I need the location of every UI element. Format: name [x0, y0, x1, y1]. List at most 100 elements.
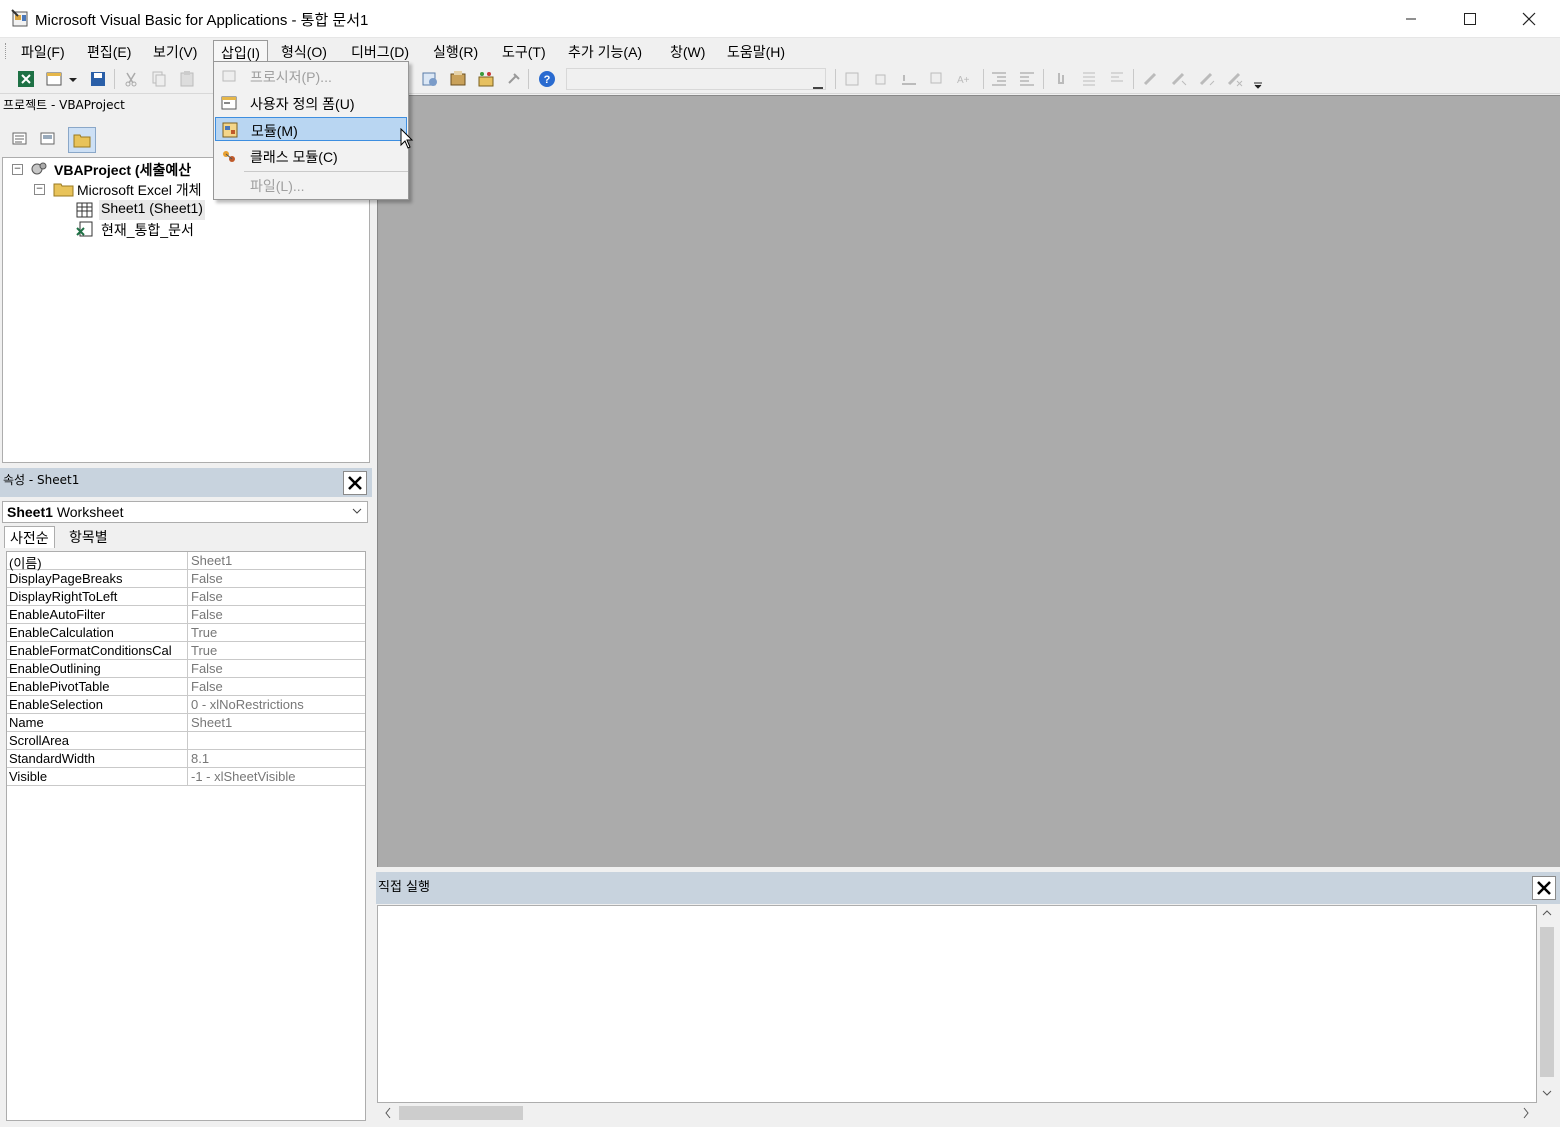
view-excel-icon[interactable] — [16, 69, 36, 89]
tree-item-sheet1[interactable]: Sheet1 (Sheet1) — [99, 200, 205, 220]
property-row[interactable]: EnableCalculation True — [7, 624, 365, 642]
toolbox-icon[interactable] — [504, 69, 524, 89]
tree-root-vbaproject[interactable]: VBAProject (세출예산 — [54, 160, 191, 180]
help-icon[interactable]: ? — [537, 69, 557, 89]
property-value[interactable]: False — [191, 571, 223, 586]
object-browser-icon[interactable] — [476, 69, 496, 89]
vertical-scroll-thumb[interactable] — [1540, 927, 1554, 1077]
property-value[interactable]: False — [191, 661, 223, 676]
menu-help[interactable]: 도움말(H) — [720, 40, 792, 62]
list-properties-icon[interactable] — [843, 69, 863, 89]
mdi-workspace[interactable] — [377, 95, 1560, 867]
chevron-down-icon[interactable] — [813, 71, 823, 89]
property-value[interactable]: 0 - xlNoRestrictions — [191, 697, 304, 712]
menu-item-procedure[interactable]: 프로시저(P)... — [215, 64, 407, 88]
property-row[interactable]: EnableOutlining False — [7, 660, 365, 678]
parameter-info-icon[interactable] — [927, 69, 947, 89]
immediate-close-button[interactable] — [1532, 876, 1556, 900]
menu-item-file[interactable]: 파일(L)... — [215, 173, 407, 197]
location-combo[interactable] — [566, 68, 826, 90]
copy-icon[interactable] — [149, 69, 169, 89]
property-row[interactable]: EnableAutoFilter False — [7, 606, 365, 624]
property-row[interactable]: ScrollArea — [7, 732, 365, 750]
property-row[interactable]: (이름) Sheet1 — [7, 552, 365, 571]
property-value[interactable]: True — [191, 643, 217, 658]
indent-icon[interactable] — [1017, 69, 1037, 89]
scroll-left-icon[interactable] — [383, 1107, 393, 1122]
property-value[interactable]: 8.1 — [191, 751, 209, 766]
tab-categorized[interactable]: 항목별 — [64, 526, 113, 548]
project-explorer-icon[interactable] — [420, 69, 440, 89]
property-row[interactable]: EnableFormatConditionsCal True — [7, 642, 365, 660]
property-row[interactable]: EnableSelection 0 - xlNoRestrictions — [7, 696, 365, 714]
tree-folder-excel-objects[interactable]: Microsoft Excel 개체 — [77, 180, 202, 200]
view-code-icon[interactable] — [10, 130, 30, 148]
uncomment-block-icon[interactable] — [1107, 69, 1127, 89]
insert-userform-icon[interactable] — [44, 69, 64, 89]
property-row[interactable]: DisplayRightToLeft False — [7, 588, 365, 606]
quick-info-icon[interactable] — [899, 69, 919, 89]
menu-run[interactable]: 실행(R) — [426, 40, 485, 62]
minimize-button[interactable] — [1382, 0, 1440, 38]
menubar-grip[interactable] — [5, 43, 8, 59]
tree-collapse-folder[interactable]: − — [34, 184, 45, 195]
clear-bookmarks-icon[interactable] — [1225, 69, 1245, 89]
complete-word-icon[interactable]: A+ — [955, 69, 975, 89]
toggle-breakpoint-icon[interactable] — [1051, 69, 1071, 89]
properties-close-button[interactable] — [343, 471, 367, 495]
menu-item-module[interactable]: 모듈(M) — [215, 117, 407, 141]
property-row[interactable]: Name Sheet1 — [7, 714, 365, 732]
scroll-right-icon[interactable] — [1521, 1107, 1531, 1122]
tree-collapse-root[interactable]: − — [12, 164, 23, 175]
cut-icon[interactable] — [121, 69, 141, 89]
save-icon[interactable] — [88, 69, 108, 89]
property-value[interactable]: Sheet1 — [191, 715, 232, 730]
property-value[interactable]: False — [191, 679, 223, 694]
menu-view[interactable]: 보기(V) — [146, 40, 204, 62]
property-value[interactable]: Sheet1 — [191, 553, 232, 568]
chevron-down-icon[interactable] — [66, 69, 80, 89]
menu-item-class-module[interactable]: 클래스 모듈(C) — [215, 144, 407, 168]
property-row[interactable]: DisplayPageBreaks False — [7, 570, 365, 588]
vertical-scrollbar[interactable] — [1537, 905, 1557, 1103]
property-value[interactable]: -1 - xlSheetVisible — [191, 769, 296, 784]
view-object-icon[interactable] — [38, 130, 58, 148]
scroll-up-icon[interactable] — [1542, 907, 1552, 921]
menu-addins[interactable]: 추가 기능(A) — [561, 40, 649, 62]
object-selector[interactable]: Sheet1 Worksheet — [2, 501, 368, 523]
maximize-button[interactable] — [1441, 0, 1499, 38]
horizontal-scrollbar[interactable] — [377, 1103, 1537, 1123]
property-value[interactable]: False — [191, 589, 223, 604]
close-button[interactable] — [1500, 0, 1558, 38]
property-value[interactable]: False — [191, 607, 223, 622]
comment-block-icon[interactable] — [1079, 69, 1099, 89]
project-tree[interactable]: − VBAProject (세출예산 − Microsoft Excel 개체 … — [2, 157, 370, 463]
menu-debug[interactable]: 디버그(D) — [344, 40, 416, 62]
immediate-input[interactable] — [377, 905, 1537, 1103]
menu-tools[interactable]: 도구(T) — [495, 40, 553, 62]
menu-format[interactable]: 형식(O) — [274, 40, 334, 62]
menu-window[interactable]: 창(W) — [663, 40, 712, 62]
menu-edit[interactable]: 편집(E) — [80, 40, 138, 62]
properties-header: 속성 - Sheet1 — [0, 468, 372, 497]
property-row[interactable]: Visible -1 - xlSheetVisible — [7, 768, 365, 786]
properties-window-icon[interactable] — [448, 69, 468, 89]
next-bookmark-icon[interactable] — [1169, 69, 1189, 89]
property-row[interactable]: EnablePivotTable False — [7, 678, 365, 696]
menu-insert[interactable]: 삽입(I) — [213, 40, 268, 62]
menu-file[interactable]: 파일(F) — [14, 40, 72, 62]
outdent-icon[interactable] — [989, 69, 1009, 89]
tree-item-thisworkbook[interactable]: 현재_통합_문서 — [101, 220, 194, 240]
menu-item-userform[interactable]: 사용자 정의 폼(U) — [215, 91, 407, 115]
tab-alphabetic[interactable]: 사전순 — [4, 526, 55, 548]
horizontal-scroll-thumb[interactable] — [399, 1106, 523, 1120]
toggle-bookmark-icon[interactable] — [1141, 69, 1161, 89]
previous-bookmark-icon[interactable] — [1197, 69, 1217, 89]
property-value[interactable]: True — [191, 625, 217, 640]
toolbar-options-icon[interactable] — [1252, 69, 1264, 89]
scroll-down-icon[interactable] — [1542, 1087, 1552, 1101]
property-row[interactable]: StandardWidth 8.1 — [7, 750, 365, 768]
toggle-folders-button[interactable] — [68, 127, 96, 153]
list-constants-icon[interactable] — [871, 69, 891, 89]
paste-icon[interactable] — [177, 69, 197, 89]
